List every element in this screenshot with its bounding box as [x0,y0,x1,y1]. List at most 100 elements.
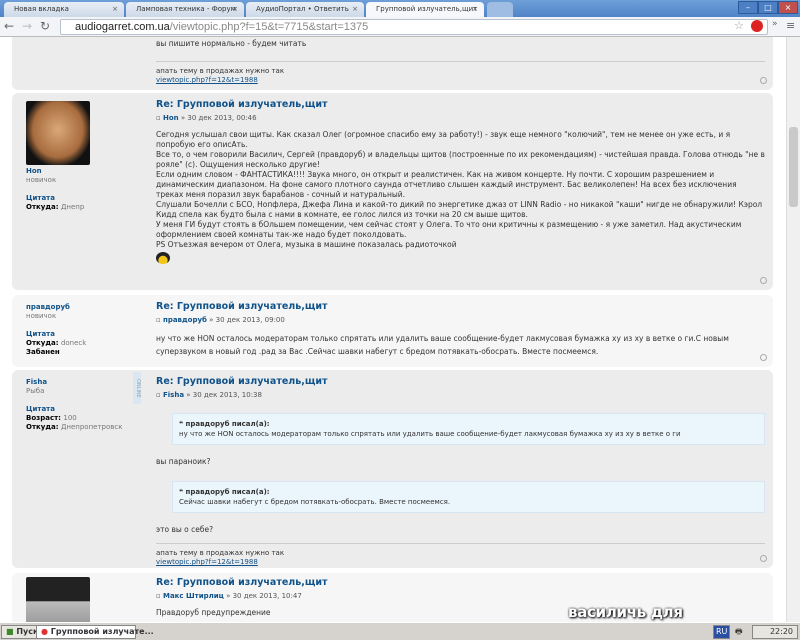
from-label: Откуда: [26,203,59,211]
close-window-button[interactable]: × [778,1,798,14]
avatar[interactable] [26,101,90,165]
close-icon[interactable]: × [112,2,118,16]
url-host: audiogarret.com.ua [75,21,170,33]
window-label: Групповой излучате... [50,627,154,636]
tab-label: Групповой излучатель,щит [376,5,478,13]
tab-label: Ламповая техника - Форум [136,5,236,13]
back-to-top-icon[interactable] [760,354,767,361]
post-author[interactable]: правдоруб [163,316,207,324]
post-meta: ▫ Fisha » 30 дек 2013, 10:38 [156,391,765,399]
printer-icon[interactable]: 🖶 [735,626,743,640]
signature: апать тему в продажах нужно так viewtopic… [156,543,765,567]
menu-icon[interactable]: ≡ [786,19,795,32]
tab-active[interactable]: Групповой излучатель,щит × [366,2,484,17]
signature-text: апать тему в продажах нужно так [156,549,285,557]
opera-extension-icon[interactable] [751,20,763,32]
taskbar-window-chrome[interactable]: ● Групповой излучате... [36,625,154,639]
user-rank: новичок [26,176,57,184]
signature: апать тему в продажах нужно так viewtopic… [156,61,765,85]
post-author[interactable]: Fisha [163,391,184,399]
signature-link[interactable]: viewtopic.php?f=12&t=1988 [156,76,258,84]
post-meta: ▫ Hon » 30 дек 2013, 00:46 [156,114,765,122]
scrollbar-thumb[interactable] [789,127,798,207]
system-tray: 22:20 [752,625,798,639]
tab-lamp[interactable]: Ламповая техника - Форум × [126,2,244,17]
banned-label: Забанен [26,348,60,356]
user-rank: новичок [26,312,57,320]
quote-link[interactable]: Цитата [26,330,136,339]
post-meta: ▫ правдоруб » 30 дек 2013, 09:00 [156,316,765,324]
quote-link[interactable]: Цитата [26,194,136,203]
forward-icon[interactable]: → [22,19,32,33]
text-line: PS Отъезжая вечером от Олега, музыка в м… [156,240,457,249]
age-label: Возраст: [26,414,61,422]
text-line: Все то, о чем говорили Василич, Сергей (… [156,150,765,169]
minimize-button[interactable]: – [738,1,758,14]
post-profile [26,577,136,622]
username[interactable]: правдоруб [26,303,136,312]
tab-audioportal[interactable]: АудиоПортал • Ответить × [246,2,364,17]
quote-link[interactable]: Цитата [26,405,136,414]
post-title[interactable]: Re: Групповой излучатель,щит [156,301,765,312]
language-indicator[interactable]: RU [713,625,731,639]
close-icon[interactable]: × [472,2,478,16]
post-fisha: ONLINE Fisha Рыба Цитата Возраст: 100 От… [12,370,773,568]
star-icon[interactable]: ☆ [734,19,744,32]
post-author[interactable]: Макс Штирлиц [163,592,224,600]
url-path: /viewtopic.php?f=15&t=7715&start=1375 [169,21,369,33]
post-date: » 30 дек 2013, 00:46 [180,114,257,122]
back-to-top-icon[interactable] [760,77,767,84]
close-icon[interactable]: × [352,2,358,16]
post-profile: Hon новичок Цитата Откуда: Днепр [26,101,136,212]
maximize-button[interactable]: □ [758,1,778,14]
quote-block: ❝ правдоруб писал(а): ну что же HON остал… [172,413,765,445]
signature-link[interactable]: viewtopic.php?f=12&t=1988 [156,558,258,566]
chrome-icon: ● [41,627,48,636]
quote-text: ну что же HON осталось модераторам тольк… [179,430,681,438]
quote-block: ❝ правдоруб писал(а): Сейчас шавки набегу… [172,481,765,513]
reload-icon[interactable]: ↻ [40,19,50,33]
post-title[interactable]: Re: Групповой излучатель,щит [156,577,765,588]
username[interactable]: Hon [26,167,136,176]
post-hon: Hon новичок Цитата Откуда: Днепр Re: Гру… [12,93,773,290]
avatar[interactable] [26,577,90,622]
back-icon[interactable]: ← [4,19,14,33]
post-author[interactable]: Hon [163,114,179,122]
post-date: » 30 дек 2013, 10:38 [186,391,262,399]
text-line: Слушали Бочелли с БСО, Нопфлера, Джефа Л… [156,200,763,219]
tab-strip: Новая вкладка × Ламповая техника - Форум ×… [0,0,800,17]
post-title[interactable]: Re: Групповой излучатель,щит [156,99,765,110]
tab-new[interactable]: Новая вкладка × [4,2,124,17]
scrollbar[interactable] [786,37,800,622]
smiley-icon [156,252,170,264]
post-text: это вы о себе? [156,525,214,534]
age-value: 100 [63,414,77,422]
address-bar[interactable]: audiogarret.com.ua/viewtopic.php?f=15&t=… [60,19,768,35]
close-icon[interactable]: × [232,2,238,16]
quote-text: Сейчас шавки набегут с бредом потявкать-… [179,498,451,506]
post-profile: Fisha Рыба Цитата Возраст: 100 Откуда: Д… [26,378,136,432]
windows-icon: ■ [6,627,14,636]
post-date: » 30 дек 2013, 09:00 [209,316,285,324]
post-icon: ▫ [156,592,161,600]
clock[interactable]: 22:20 [770,627,793,636]
post-meta: ▫ Макс Штирлиц » 30 дек 2013, 10:47 [156,592,765,600]
signature-text: апать тему в продажах нужно так [156,67,285,75]
new-tab-button[interactable] [487,2,513,17]
from-value: Днепр [60,203,85,211]
back-to-top-icon[interactable] [760,277,767,284]
quote-header: правдоруб писал(а): [185,420,270,428]
username[interactable]: Fisha [26,378,136,387]
post-icon: ▫ [156,391,161,399]
tab-label: АудиоПортал • Ответить [256,5,349,13]
back-to-top-icon[interactable] [760,555,767,562]
post-date: » 30 дек 2013, 10:47 [226,592,302,600]
from-label: Откуда: [26,423,59,431]
post-text: ну что же HON осталось модераторам тольк… [156,334,729,356]
from-label: Откуда: [26,339,59,347]
post-title[interactable]: Re: Групповой излучатель,щит [156,376,765,387]
taskbar: ■ Пуск ● Групповой излучате... RU 🖶 22:2… [0,622,800,640]
more-extensions-icon[interactable]: » [772,19,778,29]
text-line: Сегодня услышал свои щиты. Как сказал Ол… [156,130,731,149]
from-value: doneck [60,339,87,347]
